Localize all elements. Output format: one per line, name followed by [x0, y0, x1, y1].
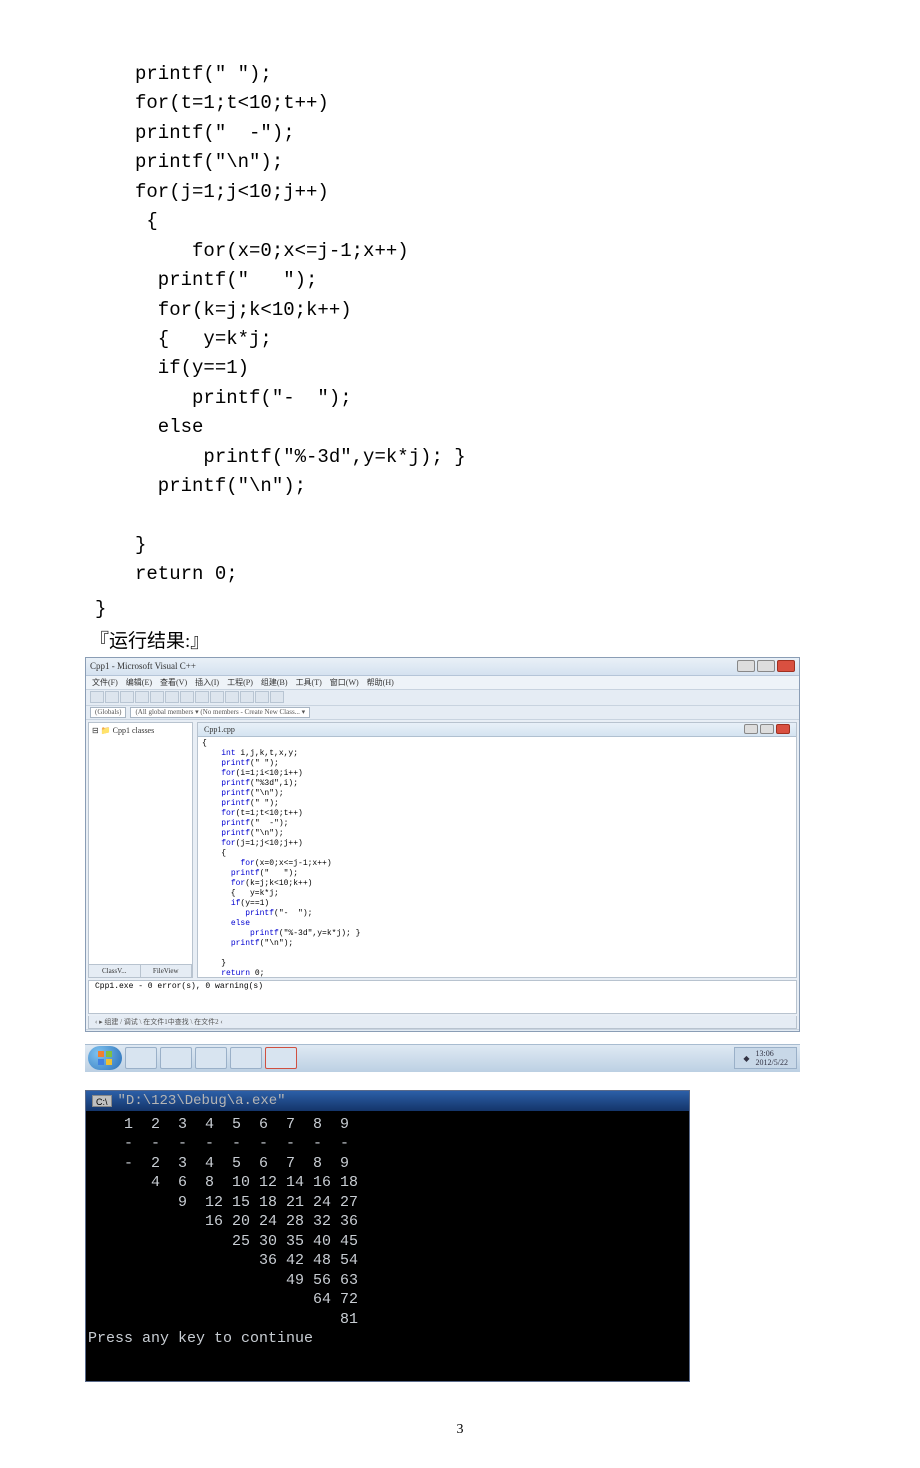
tool-copy[interactable]: [165, 691, 179, 703]
task-item3[interactable]: [195, 1047, 227, 1069]
menu-build[interactable]: 组建(B): [261, 677, 288, 688]
page-number: 3: [85, 1422, 835, 1438]
tool-build[interactable]: [255, 691, 269, 703]
menu-view[interactable]: 查看(V): [160, 677, 187, 688]
tree-minus-icon[interactable]: ⊟: [92, 726, 101, 735]
tool-saveall[interactable]: [135, 691, 149, 703]
ide-sidebar: ⊟ 📁 Cpp1 classes ClassV... FileView: [88, 722, 193, 978]
tool-new[interactable]: [90, 691, 104, 703]
task-ie[interactable]: [125, 1047, 157, 1069]
editor-close[interactable]: [776, 724, 790, 734]
ide-title: Cpp1 - Microsoft Visual C++: [90, 661, 196, 671]
tool-cut[interactable]: [150, 691, 164, 703]
menu-tools[interactable]: 工具(T): [296, 677, 322, 688]
ide-toolbar2: (Globals) (All global members ▾ (No memb…: [86, 706, 799, 720]
tool-find[interactable]: [225, 691, 239, 703]
tool-redo[interactable]: [210, 691, 224, 703]
tray-time: 13:06: [756, 1049, 788, 1058]
close-button[interactable]: [777, 660, 795, 672]
tab-classview[interactable]: ClassV...: [89, 965, 141, 977]
minimize-button[interactable]: [737, 660, 755, 672]
menu-edit[interactable]: 编辑(E): [126, 677, 152, 688]
windows-icon: [97, 1050, 113, 1066]
tab-fileview[interactable]: FileView: [141, 965, 193, 977]
tool-paste[interactable]: [180, 691, 194, 703]
tool-open[interactable]: [105, 691, 119, 703]
menu-insert[interactable]: 插入(I): [195, 677, 219, 688]
start-button[interactable]: [88, 1046, 122, 1070]
tray-date: 2012/5/22: [756, 1058, 788, 1067]
tool-undo[interactable]: [195, 691, 209, 703]
tool-go[interactable]: [270, 691, 284, 703]
editor-max[interactable]: [760, 724, 774, 734]
source-code: printf(" "); for(t=1;t<10;t++) printf(" …: [135, 60, 835, 590]
combo-members[interactable]: (All global members ▾ (No members - Crea…: [130, 707, 310, 718]
maximize-button[interactable]: [757, 660, 775, 672]
task-item4[interactable]: [230, 1047, 262, 1069]
console-titlebar: C:\ "D:\123\Debug\a.exe": [86, 1091, 689, 1111]
ide-menubar: 文件(F) 编辑(E) 查看(V) 插入(I) 工程(P) 组建(B) 工具(T…: [86, 676, 799, 690]
tray-icon: ◆: [743, 1054, 749, 1063]
console-window: C:\ "D:\123\Debug\a.exe" 1 2 3 4 5 6 7 8…: [85, 1090, 690, 1382]
combo-globals[interactable]: (Globals): [90, 707, 126, 718]
menu-window[interactable]: 窗口(W): [330, 677, 359, 688]
result-label: 『运行结果:』: [90, 626, 835, 653]
menu-file[interactable]: 文件(F): [92, 677, 118, 688]
editor-body[interactable]: { int i,j,k,t,x,y; printf(" "); for(i=1;…: [198, 737, 796, 977]
task-item5[interactable]: [265, 1047, 297, 1069]
ide-window: Cpp1 - Microsoft Visual C++ 文件(F) 编辑(E) …: [85, 657, 800, 1032]
build-output: Cpp1.exe - 0 error(s), 0 warning(s): [88, 980, 797, 1014]
console-icon: C:\: [92, 1095, 112, 1107]
tool-compile[interactable]: [240, 691, 254, 703]
editor-min[interactable]: [744, 724, 758, 734]
ide-statusbar: 行 28, 列 1: [86, 1029, 799, 1032]
console-title-text: "D:\123\Debug\a.exe": [118, 1093, 286, 1109]
system-tray[interactable]: ◆ 13:06 2012/5/22: [734, 1047, 797, 1069]
menu-help[interactable]: 帮助(H): [367, 677, 394, 688]
status-pos: 行 28, 列 1: [760, 1031, 792, 1032]
console-output: 1 2 3 4 5 6 7 8 9 - - - - - - - - - - 2 …: [86, 1111, 689, 1381]
ide-editor: Cpp1.cpp { int i,j,k,t,x,y; printf(" ");…: [197, 722, 797, 978]
ide-titlebar: Cpp1 - Microsoft Visual C++: [86, 658, 799, 676]
menu-project[interactable]: 工程(P): [227, 677, 253, 688]
output-tabs[interactable]: ‹ ▸ 组建 / 调试 \ 在文件1中查找 \ 在文件2 ‹: [88, 1016, 797, 1029]
tool-save[interactable]: [120, 691, 134, 703]
ide-toolbar: [86, 690, 799, 706]
task-explorer[interactable]: [160, 1047, 192, 1069]
taskbar: ◆ 13:06 2012/5/22: [85, 1044, 800, 1072]
editor-tab-title[interactable]: Cpp1.cpp: [204, 725, 235, 734]
sidebar-classes-item[interactable]: Cpp1 classes: [113, 726, 155, 735]
